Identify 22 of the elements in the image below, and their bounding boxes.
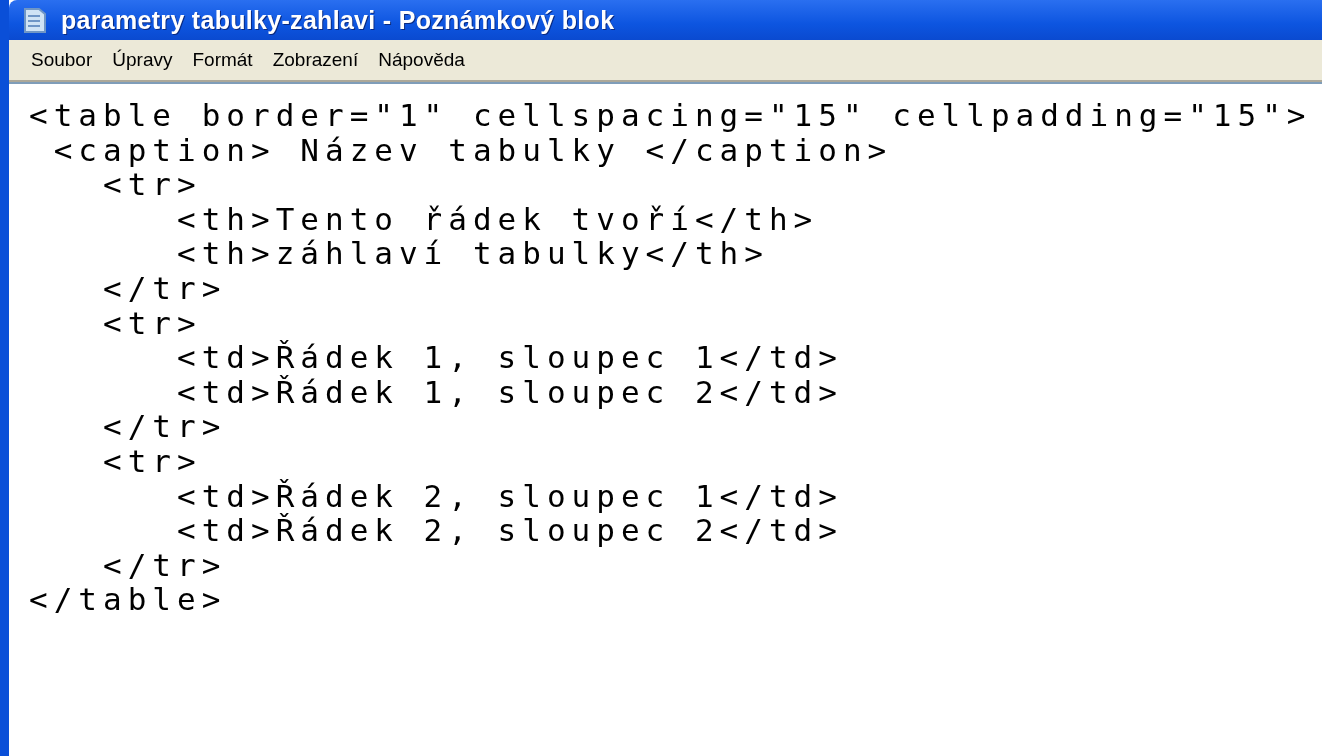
code-line: <td>Řádek 2, sloupec 2</td>	[175, 513, 843, 548]
menu-item[interactable]: Úpravy	[112, 49, 173, 71]
code-line: <th>záhlaví tabulky</th>	[175, 236, 769, 271]
code-line: <table border="1" cellspacing="15" cellpadding="15">	[29, 98, 1312, 133]
code-line: <td>Řádek 1, sloupec 2</td>	[175, 374, 843, 410]
menu-item[interactable]: Zobrazení	[272, 49, 359, 71]
code-line: <caption> Název tabulky </caption>	[52, 132, 893, 168]
code-line: <tr>	[102, 305, 202, 341]
code-line: <td>Řádek 1, sloupec 1</td>	[175, 340, 843, 375]
code-line: <td>Řádek 2, sloupec 1</td>	[175, 478, 843, 514]
code-line: <th>Tento řádek tvoří</th>	[175, 201, 819, 237]
menu-item[interactable]: Soubor	[31, 49, 93, 71]
notepad-icon	[23, 6, 47, 34]
menu-item[interactable]: Formát	[192, 49, 253, 71]
code-line: </tr>	[102, 547, 227, 583]
code-line: </table>	[29, 582, 227, 617]
code-line: </tr>	[102, 409, 227, 444]
code-line: <tr>	[102, 443, 202, 479]
window-title: parametry tabulky-zahlavi - Poznámkový blok	[61, 5, 615, 35]
menu-item[interactable]: Nápověda	[378, 49, 465, 71]
code-line: </tr>	[102, 270, 227, 306]
code-line: <tr>	[103, 167, 202, 202]
